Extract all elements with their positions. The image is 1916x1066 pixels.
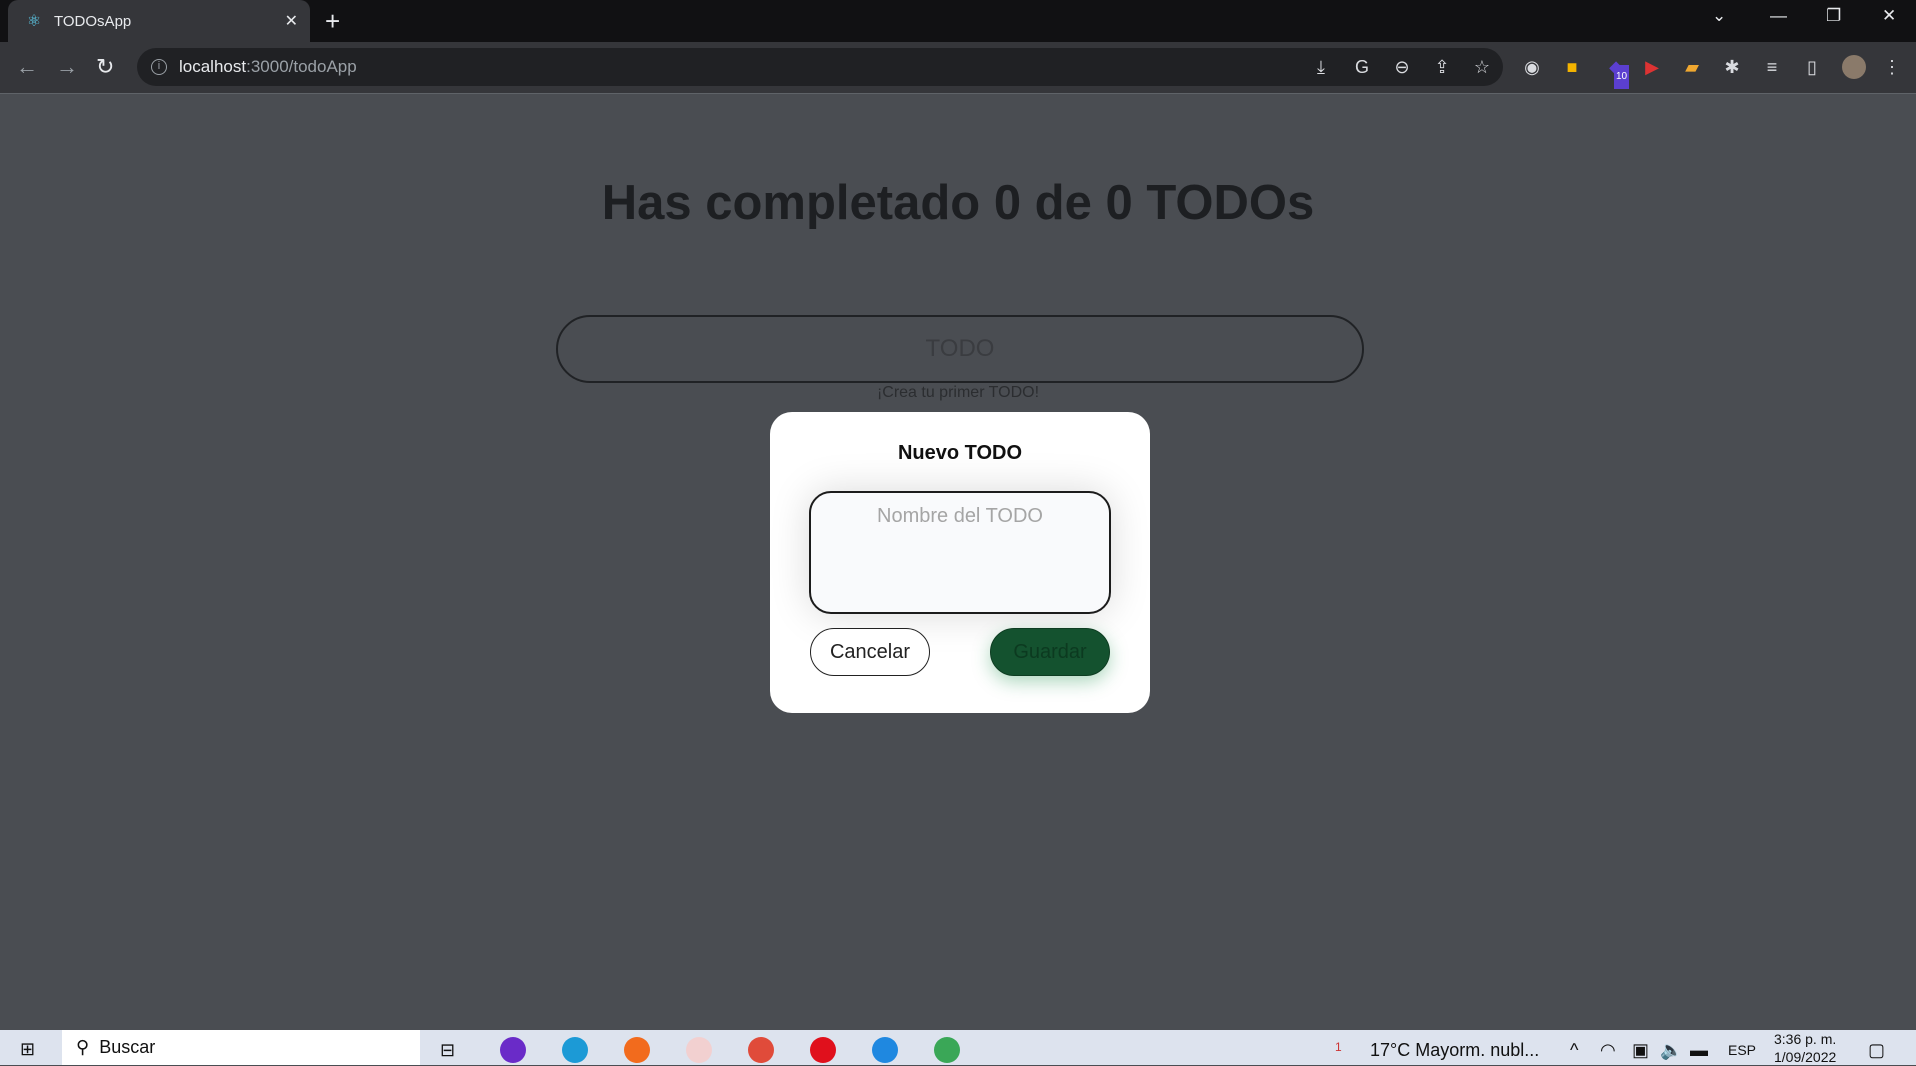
- share-icon[interactable]: ⇪: [1430, 55, 1454, 79]
- restore-button[interactable]: ❐: [1826, 6, 1841, 26]
- snipping-tool-icon[interactable]: [686, 1037, 712, 1063]
- cancel-button[interactable]: Cancelar: [810, 628, 930, 676]
- side-panel-icon[interactable]: ▯: [1800, 55, 1824, 79]
- address-bar[interactable]: i localhost:3000/todoApp: [137, 48, 1503, 86]
- save-button[interactable]: Guardar: [990, 628, 1110, 676]
- task-view-icon[interactable]: ⊟: [440, 1035, 455, 1065]
- video-speed-icon[interactable]: ▶: [1640, 55, 1664, 79]
- taskbar-search-label: Buscar: [99, 1037, 156, 1057]
- modal-title: Nuevo TODO: [897, 442, 1023, 464]
- volume-icon[interactable]: 🔈: [1660, 1035, 1682, 1065]
- site-info-icon[interactable]: i: [151, 59, 167, 75]
- minimize-button[interactable]: —: [1770, 6, 1787, 26]
- taskbar-search[interactable]: ⚲ Buscar: [62, 1030, 420, 1065]
- edge-icon[interactable]: [562, 1037, 588, 1063]
- keep-extension-icon[interactable]: ■: [1560, 55, 1584, 79]
- page-title: Has completado 0 de 0 TODOs: [601, 176, 1315, 230]
- close-window-button[interactable]: ✕: [1882, 6, 1896, 26]
- url-host: localhost: [179, 57, 247, 76]
- profile-avatar[interactable]: [1842, 55, 1866, 79]
- firefox-icon[interactable]: [624, 1037, 650, 1063]
- zoom-icon[interactable]: ⊖: [1390, 55, 1414, 79]
- extension-icon[interactable]: ◉: [1520, 55, 1544, 79]
- camera-icon[interactable]: ▣: [1632, 1035, 1649, 1065]
- extension-badge-icon[interactable]: ◆10: [1604, 55, 1630, 89]
- app-icon-purple[interactable]: [500, 1037, 526, 1063]
- weather-badge: 1: [1335, 1040, 1342, 1054]
- back-icon[interactable]: ←: [16, 54, 38, 80]
- search-icon: ⚲: [76, 1037, 90, 1057]
- time: 3:36 p. m.: [1774, 1031, 1837, 1047]
- empty-hint: ¡Crea tu primer TODO!: [876, 384, 1040, 401]
- vscode-icon[interactable]: [872, 1037, 898, 1063]
- menu-icon[interactable]: ⋮: [1880, 55, 1904, 79]
- forward-icon[interactable]: →: [56, 54, 78, 80]
- language-indicator[interactable]: ESP: [1728, 1035, 1756, 1065]
- translate-icon[interactable]: G: [1350, 55, 1374, 79]
- battery-icon[interactable]: ▬: [1690, 1035, 1708, 1065]
- extension-badge: 10: [1614, 65, 1630, 89]
- react-icon: ⚛: [26, 13, 42, 30]
- new-todo-modal: Nuevo TODO Nombre del TODO Cancelar Guar…: [770, 412, 1150, 713]
- todo-search-input[interactable]: TODO: [556, 315, 1364, 383]
- todo-name-textarea[interactable]: Nombre del TODO: [809, 491, 1111, 614]
- chrome-icon[interactable]: [934, 1037, 960, 1063]
- reload-icon[interactable]: ↻: [96, 54, 114, 80]
- weather-widget[interactable]: 17°C Mayorm. nubl...: [1370, 1035, 1539, 1065]
- show-hidden-icons[interactable]: ^: [1570, 1035, 1578, 1065]
- browser-toolbar: ← → ↻ i localhost:3000/todoApp ⤓ G ⊖ ⇪ ☆…: [0, 42, 1916, 94]
- tab-strip: ⚛ TODOsApp ✕ + ⌄ — ❐ ✕: [0, 0, 1916, 42]
- wifi-icon[interactable]: ◠: [1600, 1035, 1616, 1065]
- clock[interactable]: 3:36 p. m. 1/09/2022: [1774, 1030, 1837, 1065]
- tab-title: TODOsApp: [54, 12, 132, 30]
- opera-icon[interactable]: [810, 1037, 836, 1063]
- notifications-icon[interactable]: ▢: [1868, 1035, 1885, 1065]
- notes-extension-icon[interactable]: ▰: [1680, 55, 1704, 79]
- extensions-puzzle-icon[interactable]: ✱: [1720, 55, 1744, 79]
- install-icon[interactable]: ⤓: [1309, 55, 1333, 79]
- tab-search-icon[interactable]: ⌄: [1712, 6, 1726, 26]
- windows-start-icon[interactable]: ⊞: [20, 1034, 35, 1064]
- chrome-profile-icon[interactable]: [748, 1037, 774, 1063]
- new-tab-button[interactable]: +: [325, 6, 340, 37]
- close-tab-icon[interactable]: ✕: [285, 11, 298, 31]
- date: 1/09/2022: [1774, 1049, 1837, 1065]
- url-path: :3000/todoApp: [246, 57, 357, 76]
- page-overlay: Has completado 0 de 0 TODOs TODO ¡Crea t…: [0, 95, 1916, 1030]
- taskbar: ⊞ ⚲ Buscar ⊟ 1 17°C Mayorm. nubl... ^ ◠ …: [0, 1030, 1916, 1065]
- bookmark-star-icon[interactable]: ☆: [1470, 55, 1494, 79]
- tab-todosapp[interactable]: ⚛ TODOsApp ✕: [8, 0, 310, 42]
- media-control-icon[interactable]: ≡: [1760, 55, 1784, 79]
